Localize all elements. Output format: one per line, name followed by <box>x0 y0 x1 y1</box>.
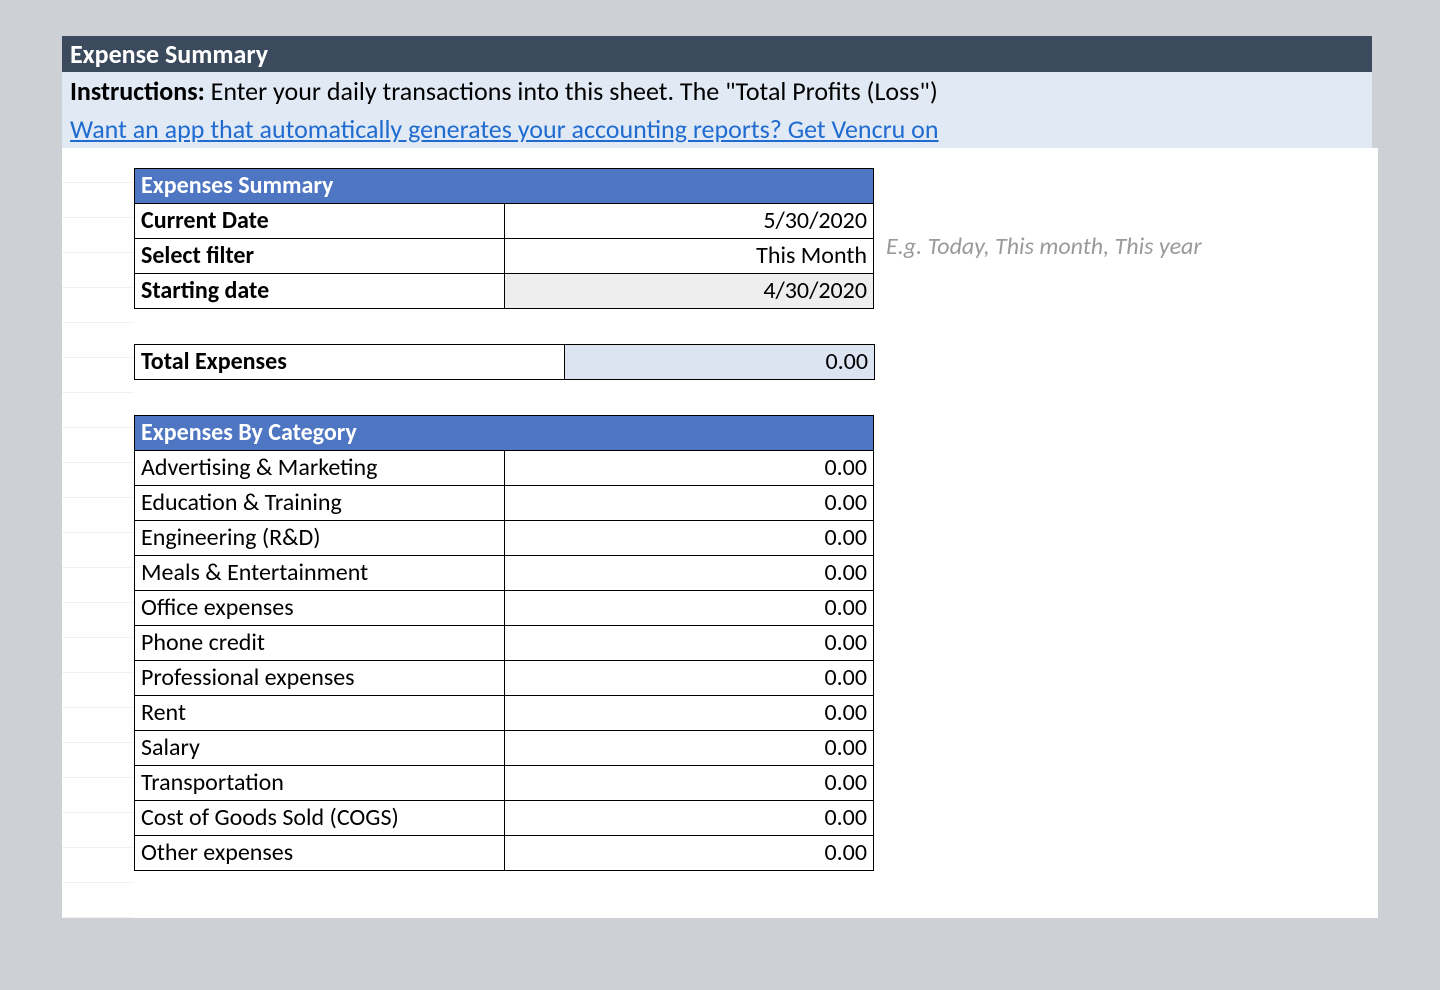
instructions-block: Instructions: Enter your daily transacti… <box>62 72 1378 148</box>
summary-row-value[interactable]: 5/30/2020 <box>504 204 874 239</box>
total-expenses-value: 0.00 <box>565 345 875 380</box>
instructions-label: Instructions: <box>70 75 205 107</box>
page-title-bar: Expense Summary <box>62 36 1378 72</box>
page-title: Expense Summary <box>70 38 268 70</box>
summary-row: Starting date4/30/2020 <box>135 274 874 309</box>
summary-row-value[interactable]: 4/30/2020 <box>504 274 874 309</box>
category-row-label: Transportation <box>135 766 505 801</box>
category-row-value[interactable]: 0.00 <box>504 486 874 521</box>
category-row: Advertising & Marketing0.00 <box>135 451 874 486</box>
summary-row: Current Date5/30/2020 <box>135 204 874 239</box>
category-row: Meals & Entertainment0.00 <box>135 556 874 591</box>
category-row-value[interactable]: 0.00 <box>504 836 874 871</box>
category-table: Expenses By Category Advertising & Marke… <box>134 415 874 871</box>
category-row-value[interactable]: 0.00 <box>504 451 874 486</box>
category-row: Salary0.00 <box>135 731 874 766</box>
category-row-value[interactable]: 0.00 <box>504 556 874 591</box>
summary-table: Expenses Summary Current Date5/30/2020Se… <box>134 168 874 309</box>
category-row: Transportation0.00 <box>135 766 874 801</box>
instructions-text: Enter your daily transactions into this … <box>205 75 938 107</box>
summary-header: Expenses Summary <box>135 169 874 204</box>
promo-link[interactable]: Want an app that automatically generates… <box>70 113 939 145</box>
left-gutter <box>62 148 134 918</box>
category-row-label: Meals & Entertainment <box>135 556 505 591</box>
category-row-value[interactable]: 0.00 <box>504 591 874 626</box>
category-row-label: Professional expenses <box>135 661 505 696</box>
category-row-label: Phone credit <box>135 626 505 661</box>
category-row-label: Salary <box>135 731 505 766</box>
category-row: Phone credit0.00 <box>135 626 874 661</box>
category-row-label: Office expenses <box>135 591 505 626</box>
category-row-value[interactable]: 0.00 <box>504 731 874 766</box>
category-row: Office expenses0.00 <box>135 591 874 626</box>
promo-row: Want an app that automatically generates… <box>62 110 1372 148</box>
category-row-label: Education & Training <box>135 486 505 521</box>
category-row: Education & Training0.00 <box>135 486 874 521</box>
summary-row-label: Current Date <box>135 204 505 239</box>
category-row-value[interactable]: 0.00 <box>504 626 874 661</box>
body-area: Expenses Summary Current Date5/30/2020Se… <box>62 148 1378 918</box>
category-row-label: Rent <box>135 696 505 731</box>
category-row-label: Engineering (R&D) <box>135 521 505 556</box>
category-row-value[interactable]: 0.00 <box>504 696 874 731</box>
category-row: Other expenses0.00 <box>135 836 874 871</box>
category-row-value[interactable]: 0.00 <box>504 801 874 836</box>
sheet: Expense Summary Instructions: Enter your… <box>62 36 1378 918</box>
category-row: Rent0.00 <box>135 696 874 731</box>
category-header: Expenses By Category <box>135 416 874 451</box>
total-expenses-table: Total Expenses 0.00 <box>134 344 875 380</box>
filter-hint: E.g. Today, This month, This year <box>878 232 1202 261</box>
category-row-label: Advertising & Marketing <box>135 451 505 486</box>
summary-row: Select filterThis Month <box>135 239 874 274</box>
summary-row-value[interactable]: This Month <box>504 239 874 274</box>
summary-row-label: Select filter <box>135 239 505 274</box>
summary-row-label: Starting date <box>135 274 505 309</box>
category-row-value[interactable]: 0.00 <box>504 661 874 696</box>
content-column: Expenses Summary Current Date5/30/2020Se… <box>134 148 1378 918</box>
category-row-label: Cost of Goods Sold (COGS) <box>135 801 505 836</box>
total-expenses-label: Total Expenses <box>135 345 565 380</box>
category-row-value[interactable]: 0.00 <box>504 521 874 556</box>
category-row-label: Other expenses <box>135 836 505 871</box>
category-row: Professional expenses0.00 <box>135 661 874 696</box>
category-row-value[interactable]: 0.00 <box>504 766 874 801</box>
category-row: Engineering (R&D)0.00 <box>135 521 874 556</box>
category-row: Cost of Goods Sold (COGS)0.00 <box>135 801 874 836</box>
instructions-row: Instructions: Enter your daily transacti… <box>62 72 1372 110</box>
